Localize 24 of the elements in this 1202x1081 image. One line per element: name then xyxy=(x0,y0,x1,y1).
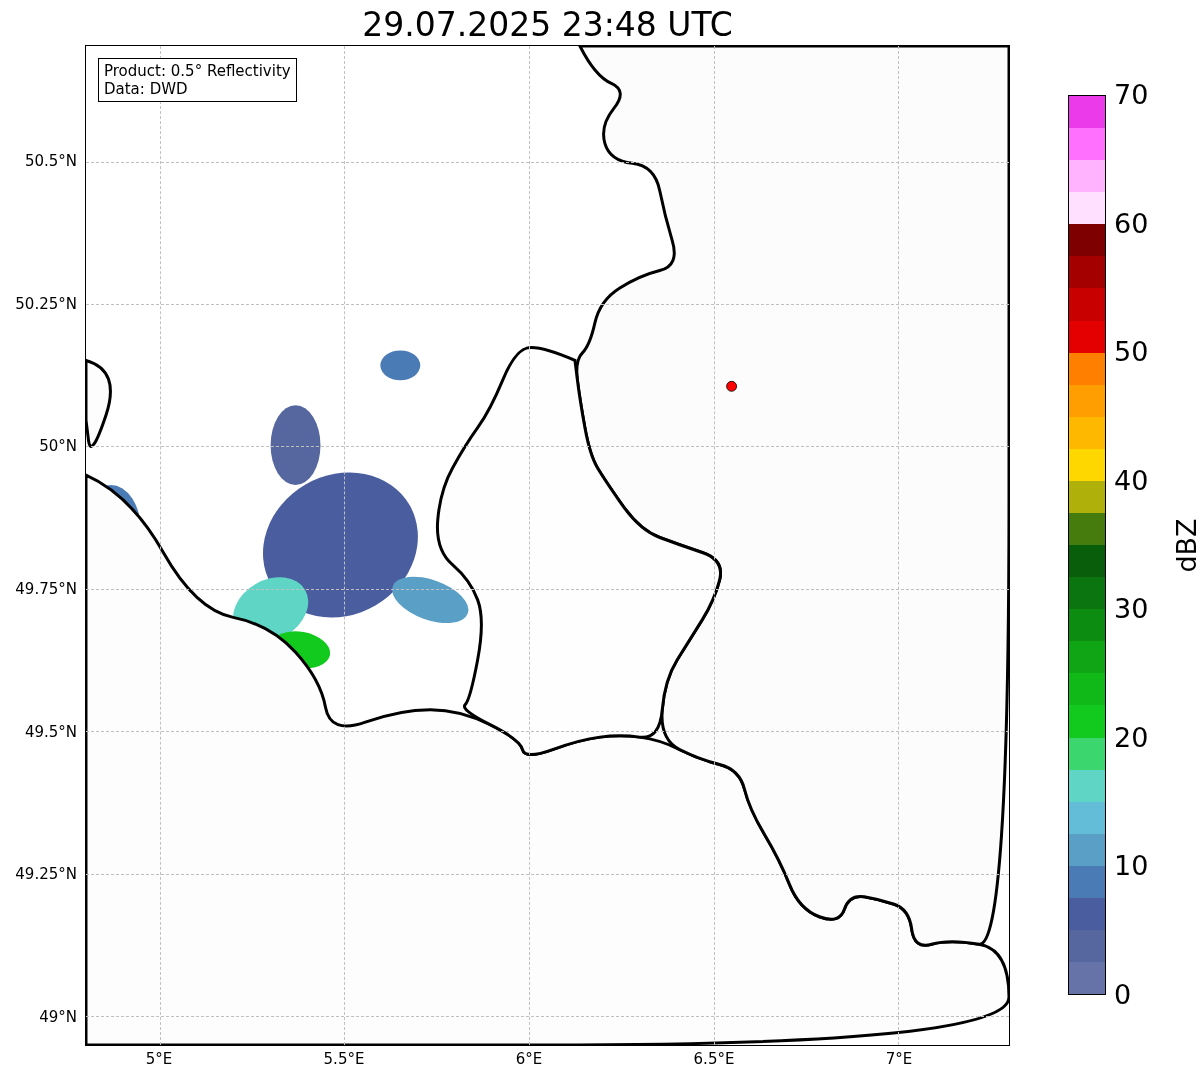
latitude-label: 50.5°N xyxy=(24,152,77,170)
scale-tick-label: 30 xyxy=(1114,594,1149,625)
latitude-label: 50.25°N xyxy=(15,294,77,313)
latitude-label: 49.5°N xyxy=(24,722,77,741)
latitude-label: 49°N xyxy=(39,1007,77,1026)
latitude-label: 49.75°N xyxy=(15,579,77,598)
legend-text: Data: DWD xyxy=(104,80,189,98)
scale-tick-label: 10 xyxy=(1114,851,1149,882)
chart-title: 29.07.2025 23:48 UTC xyxy=(362,5,733,45)
scale-tick-label: 0 xyxy=(1114,980,1132,1010)
latitude-label: 50°N xyxy=(39,437,77,456)
scale-tick-label: 40 xyxy=(1114,465,1149,496)
scale-tick-label: 50 xyxy=(1114,337,1149,368)
longitude-label: 5.5°E xyxy=(323,1050,365,1068)
latitude-label: 49.25°N xyxy=(15,865,77,884)
scale-tick-label: 60 xyxy=(1114,208,1149,239)
longitude-label: 5°E xyxy=(145,1050,173,1068)
longitude-label: 6.5°E xyxy=(693,1050,735,1068)
scale-tick-label: 20 xyxy=(1114,722,1149,753)
scale-unit-label: dBZ xyxy=(1170,517,1202,573)
legend-text: Product: 0.5° Reflectivity xyxy=(104,62,291,80)
scale-tick-label: 70 xyxy=(1114,80,1149,110)
longitude-label: 6°E xyxy=(515,1050,543,1068)
longitude-label: 7°E xyxy=(885,1050,913,1068)
